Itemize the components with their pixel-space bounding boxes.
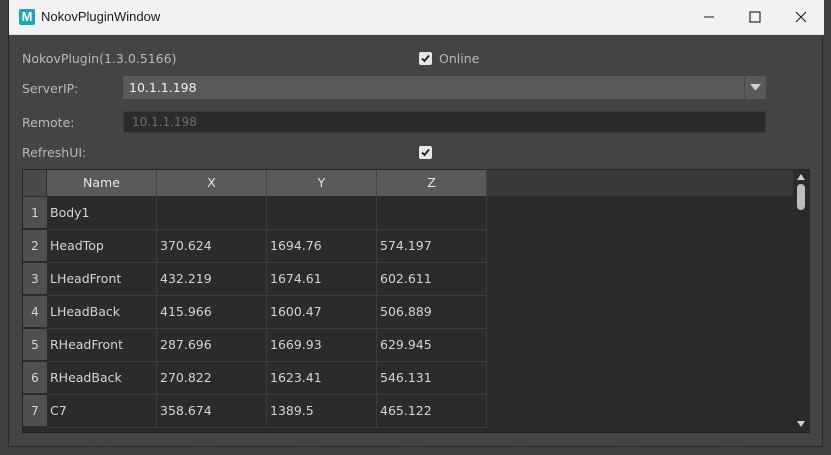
online-checkbox[interactable]: [419, 52, 432, 65]
cell-x[interactable]: 270.822: [157, 362, 267, 395]
cell-x[interactable]: 358.674: [157, 395, 267, 428]
row-header[interactable]: 3: [23, 263, 47, 295]
column-header-z[interactable]: Z: [377, 170, 487, 196]
cell-z[interactable]: 574.197: [377, 230, 487, 263]
cell-name[interactable]: Body1: [47, 197, 157, 230]
minimize-icon: [704, 16, 714, 18]
row-header[interactable]: 6: [23, 362, 47, 394]
table-row[interactable]: 5 RHeadFront 287.696 1669.93 629.945: [23, 329, 794, 362]
maximize-button[interactable]: [732, 0, 778, 34]
app-logo-icon: M: [19, 9, 35, 25]
online-label: Online: [439, 51, 480, 66]
remote-label: Remote:: [22, 115, 75, 130]
scrollbar-thumb[interactable]: [797, 184, 805, 210]
table-corner[interactable]: [23, 170, 47, 196]
row-header[interactable]: 5: [23, 329, 47, 361]
table-row[interactable]: 7 C7 358.674 1389.5 465.122: [23, 395, 794, 428]
close-button[interactable]: [778, 0, 824, 34]
title-bar[interactable]: M NokovPluginWindow: [9, 0, 824, 35]
cell-name[interactable]: RHeadBack: [47, 362, 157, 395]
column-header-y[interactable]: Y: [267, 170, 377, 196]
cell-x[interactable]: 432.219: [157, 263, 267, 296]
server-ip-label: ServerIP:: [22, 81, 79, 96]
window-title: NokovPluginWindow: [41, 9, 161, 24]
checkmark-icon: [421, 148, 430, 157]
server-ip-dropdown[interactable]: 10.1.1.198: [123, 76, 766, 99]
cell-x[interactable]: 415.966: [157, 296, 267, 329]
maximize-icon: [749, 11, 761, 23]
cell-name[interactable]: LHeadFront: [47, 263, 157, 296]
cell-y[interactable]: 1389.5: [267, 395, 377, 428]
server-ip-value: 10.1.1.198: [129, 80, 197, 95]
cell-y[interactable]: 1600.47: [267, 296, 377, 329]
cell-z[interactable]: 465.122: [377, 395, 487, 428]
row-header[interactable]: 1: [23, 197, 47, 229]
cell-name[interactable]: HeadTop: [47, 230, 157, 263]
table-row[interactable]: 2 HeadTop 370.624 1694.76 574.197: [23, 230, 794, 263]
cell-y[interactable]: 1694.76: [267, 230, 377, 263]
refresh-ui-label: RefreshUI:: [22, 145, 87, 160]
cell-x[interactable]: [157, 197, 267, 230]
minimize-button[interactable]: [686, 0, 732, 34]
cell-z[interactable]: 629.945: [377, 329, 487, 362]
row-header[interactable]: 2: [23, 230, 47, 262]
table-row[interactable]: 1 Body1: [23, 197, 794, 230]
dropdown-toggle[interactable]: [744, 76, 766, 99]
cell-z[interactable]: 546.131: [377, 362, 487, 395]
cell-x[interactable]: 370.624: [157, 230, 267, 263]
plugin-window: M NokovPluginWindow NokovPlugin(1.3.0.51…: [8, 0, 824, 447]
cell-z[interactable]: 506.889: [377, 296, 487, 329]
table-header: Name X Y Z: [23, 170, 794, 196]
row-header[interactable]: 4: [23, 296, 47, 328]
cell-z[interactable]: [377, 197, 487, 230]
remote-field[interactable]: 10.1.1.198: [123, 111, 766, 133]
cell-z[interactable]: 602.611: [377, 263, 487, 296]
checkmark-icon: [421, 54, 430, 63]
cell-name[interactable]: RHeadFront: [47, 329, 157, 362]
cell-y[interactable]: [267, 197, 377, 230]
chevron-down-icon: [750, 84, 761, 91]
marker-table[interactable]: Name X Y Z 1 Body1 2 HeadTop 370.624 169…: [22, 169, 810, 433]
cell-y[interactable]: 1669.93: [267, 329, 377, 362]
table-row[interactable]: 4 LHeadBack 415.966 1600.47 506.889: [23, 296, 794, 329]
scroll-down-icon[interactable]: [797, 421, 805, 427]
cell-name[interactable]: C7: [47, 395, 157, 428]
cell-y[interactable]: 1623.41: [267, 362, 377, 395]
vertical-scrollbar[interactable]: [793, 170, 809, 432]
remote-value: 10.1.1.198: [132, 115, 197, 129]
cell-name[interactable]: LHeadBack: [47, 296, 157, 329]
scroll-up-icon[interactable]: [797, 174, 805, 180]
table-row[interactable]: 6 RHeadBack 270.822 1623.41 546.131: [23, 362, 794, 395]
cell-x[interactable]: 287.696: [157, 329, 267, 362]
column-header-name[interactable]: Name: [47, 170, 157, 196]
table-row[interactable]: 3 LHeadFront 432.219 1674.61 602.611: [23, 263, 794, 296]
column-header-x[interactable]: X: [157, 170, 267, 196]
close-icon: [795, 11, 807, 23]
cell-y[interactable]: 1674.61: [267, 263, 377, 296]
refresh-ui-checkbox[interactable]: [419, 146, 432, 159]
version-label: NokovPlugin(1.3.0.5166): [22, 51, 177, 66]
row-header[interactable]: 7: [23, 395, 47, 427]
